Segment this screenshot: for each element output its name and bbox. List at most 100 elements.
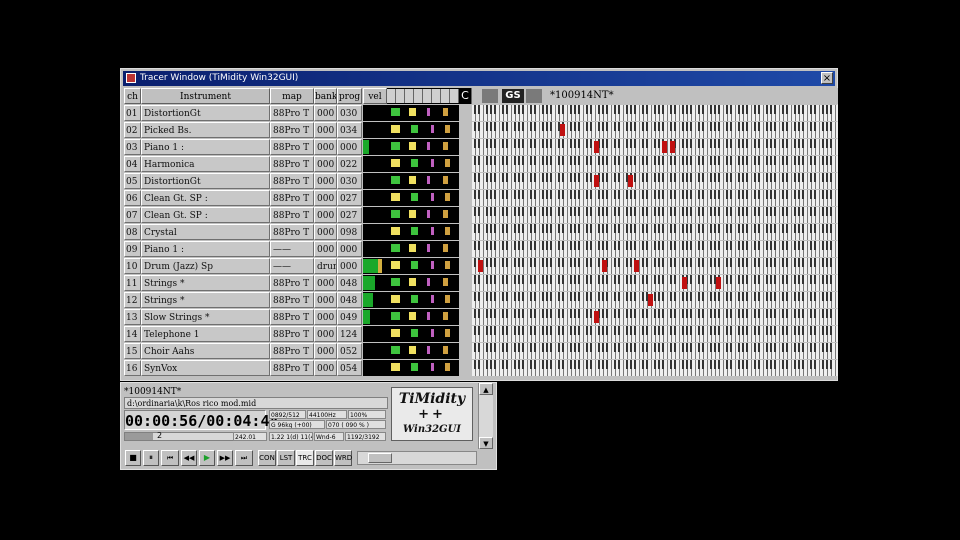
- channel-row[interactable]: 11 Strings * 88Pro T 000 048: [121, 275, 839, 292]
- velocity-meter: [363, 122, 387, 138]
- instrument-name: Strings *: [141, 275, 270, 291]
- volume-slider[interactable]: [357, 451, 477, 465]
- bank-number: drum: [314, 258, 337, 274]
- controller-indicator: [391, 312, 400, 320]
- c-key-label: C: [459, 88, 472, 104]
- active-note: [594, 175, 599, 187]
- channel-number: 12: [124, 292, 141, 308]
- channel-number: 09: [124, 241, 141, 257]
- tracer-button[interactable]: TRC: [296, 450, 314, 466]
- instrument-map: 88Pro T: [270, 156, 314, 172]
- scroll-up-arrow-icon[interactable]: ▲: [479, 383, 493, 395]
- wrd-button[interactable]: WRD: [334, 450, 352, 466]
- velocity-peak: [378, 259, 382, 273]
- vertical-scrollbar[interactable]: ▲ ▼: [478, 383, 493, 449]
- channel-row[interactable]: 15 Choir Aahs 88Pro T 000 052: [121, 343, 839, 360]
- channel-row[interactable]: 12 Strings * 88Pro T 000 048: [121, 292, 839, 309]
- program-number: 124: [337, 326, 362, 342]
- velocity-meter: [363, 224, 387, 240]
- active-note: [478, 260, 483, 272]
- volume-slider-thumb[interactable]: [368, 453, 392, 463]
- velocity-meter: [363, 241, 387, 257]
- instrument-map: 88Pro T: [270, 275, 314, 291]
- channel-row[interactable]: 02 Picked Bs. 88Pro T 000 034: [121, 122, 839, 139]
- console-button[interactable]: CON: [258, 450, 276, 466]
- pause-button[interactable]: ⏸: [143, 450, 159, 466]
- timidity-logo: TiMidity ++ Win32GUI: [391, 387, 473, 441]
- active-note: [662, 141, 667, 153]
- velocity-meter: [363, 258, 387, 274]
- velocity-meter: [363, 156, 387, 172]
- piano-keyboard: [472, 241, 838, 257]
- list-button[interactable]: LST: [277, 450, 295, 466]
- velocity-meter: [363, 207, 387, 223]
- channel-row[interactable]: 03 Piano 1 :88Pro T 000 000: [121, 139, 839, 156]
- instrument-map: 88Pro T: [270, 190, 314, 206]
- controller-indicator: [409, 142, 416, 150]
- velocity-meter: [363, 360, 387, 376]
- channel-row[interactable]: 06 Clean Gt. SP :88Pro T 000 027: [121, 190, 839, 207]
- status-s9: 1192/3192: [345, 432, 386, 441]
- controller-indicator: [411, 227, 418, 235]
- controller-indicator: [427, 244, 430, 252]
- controller-indicators: [387, 360, 459, 376]
- program-number: 048: [337, 275, 362, 291]
- program-number: 027: [337, 207, 362, 223]
- position-fill: [125, 433, 153, 440]
- time-display: 00:00:56/00:04:44: [124, 410, 279, 430]
- controller-indicators: [387, 343, 459, 359]
- play-button[interactable]: ▶: [199, 450, 215, 466]
- channel-row[interactable]: 01 DistortionGt 88Pro T 000 030: [121, 105, 839, 122]
- keyboard-header: GS *100914NT*: [472, 88, 838, 104]
- stop-button[interactable]: ■: [125, 450, 141, 466]
- rewind-button[interactable]: ◀◀: [181, 450, 197, 466]
- instrument-name: Crystal: [141, 224, 270, 240]
- instrument-name: Drum (Jazz) Sp: [141, 258, 270, 274]
- program-number: 098: [337, 224, 362, 240]
- doc-button[interactable]: DOC: [315, 450, 333, 466]
- controller-indicators: [387, 326, 459, 342]
- mode-indicator-1: [482, 89, 498, 103]
- channel-row[interactable]: 04 Harmonica 88Pro T 000 022: [121, 156, 839, 173]
- last-button[interactable]: ⏭: [235, 450, 253, 466]
- channel-number: 01: [124, 105, 141, 121]
- close-button[interactable]: ×: [821, 72, 833, 84]
- tracer-title-bar[interactable]: Tracer Window (TiMidity Win32GUI) ×: [123, 71, 835, 86]
- channel-number: 14: [124, 326, 141, 342]
- keyboard-black-keys: [472, 190, 838, 199]
- controller-indicators: [387, 122, 459, 138]
- first-button[interactable]: ⏮: [161, 450, 179, 466]
- instrument-name: SynVox: [141, 360, 270, 376]
- controller-indicator: [411, 193, 418, 201]
- channel-row[interactable]: 05 DistortionGt 88Pro T 000 030: [121, 173, 839, 190]
- header-bank: bank: [314, 88, 337, 104]
- instrument-name: Telephone 1: [141, 326, 270, 342]
- velocity-bar: [363, 140, 369, 154]
- channel-row[interactable]: 10Drum (Jazz) Sp——drum000: [121, 258, 839, 275]
- active-note: [602, 260, 607, 272]
- channel-row[interactable]: 08 Crystal 88Pro T 000 098: [121, 224, 839, 241]
- controller-indicator: [431, 125, 434, 133]
- channel-row[interactable]: 09 Piano 1 : —— 000 000: [121, 241, 839, 258]
- channel-row[interactable]: 16 SynVox 88Pro T 000 054: [121, 360, 839, 377]
- channel-row[interactable]: 13 Slow Strings * 88Pro T 000 049: [121, 309, 839, 326]
- velocity-bar: [363, 276, 375, 290]
- controller-indicator: [445, 329, 450, 337]
- controller-indicators: [387, 224, 459, 240]
- bank-number: 000: [314, 360, 337, 376]
- controller-indicator: [445, 295, 450, 303]
- channel-row[interactable]: 07 Clean Gt. SP :88Pro T 000 027: [121, 207, 839, 224]
- active-note: [648, 294, 653, 306]
- controller-header: C: [387, 88, 472, 104]
- controller-indicators: [387, 258, 459, 274]
- controller-indicator: [391, 108, 400, 116]
- controller-indicator: [409, 176, 416, 184]
- instrument-name: Piano 1 :: [141, 241, 270, 257]
- forward-button[interactable]: ▶▶: [217, 450, 233, 466]
- channel-row[interactable]: 14 Telephone 1 88Pro T 000 124: [121, 326, 839, 343]
- controller-indicator: [427, 346, 430, 354]
- program-number: 000: [337, 258, 362, 274]
- channel-number: 06: [124, 190, 141, 206]
- scroll-down-arrow-icon[interactable]: ▼: [479, 437, 493, 449]
- instrument-map: 88Pro T: [270, 309, 314, 325]
